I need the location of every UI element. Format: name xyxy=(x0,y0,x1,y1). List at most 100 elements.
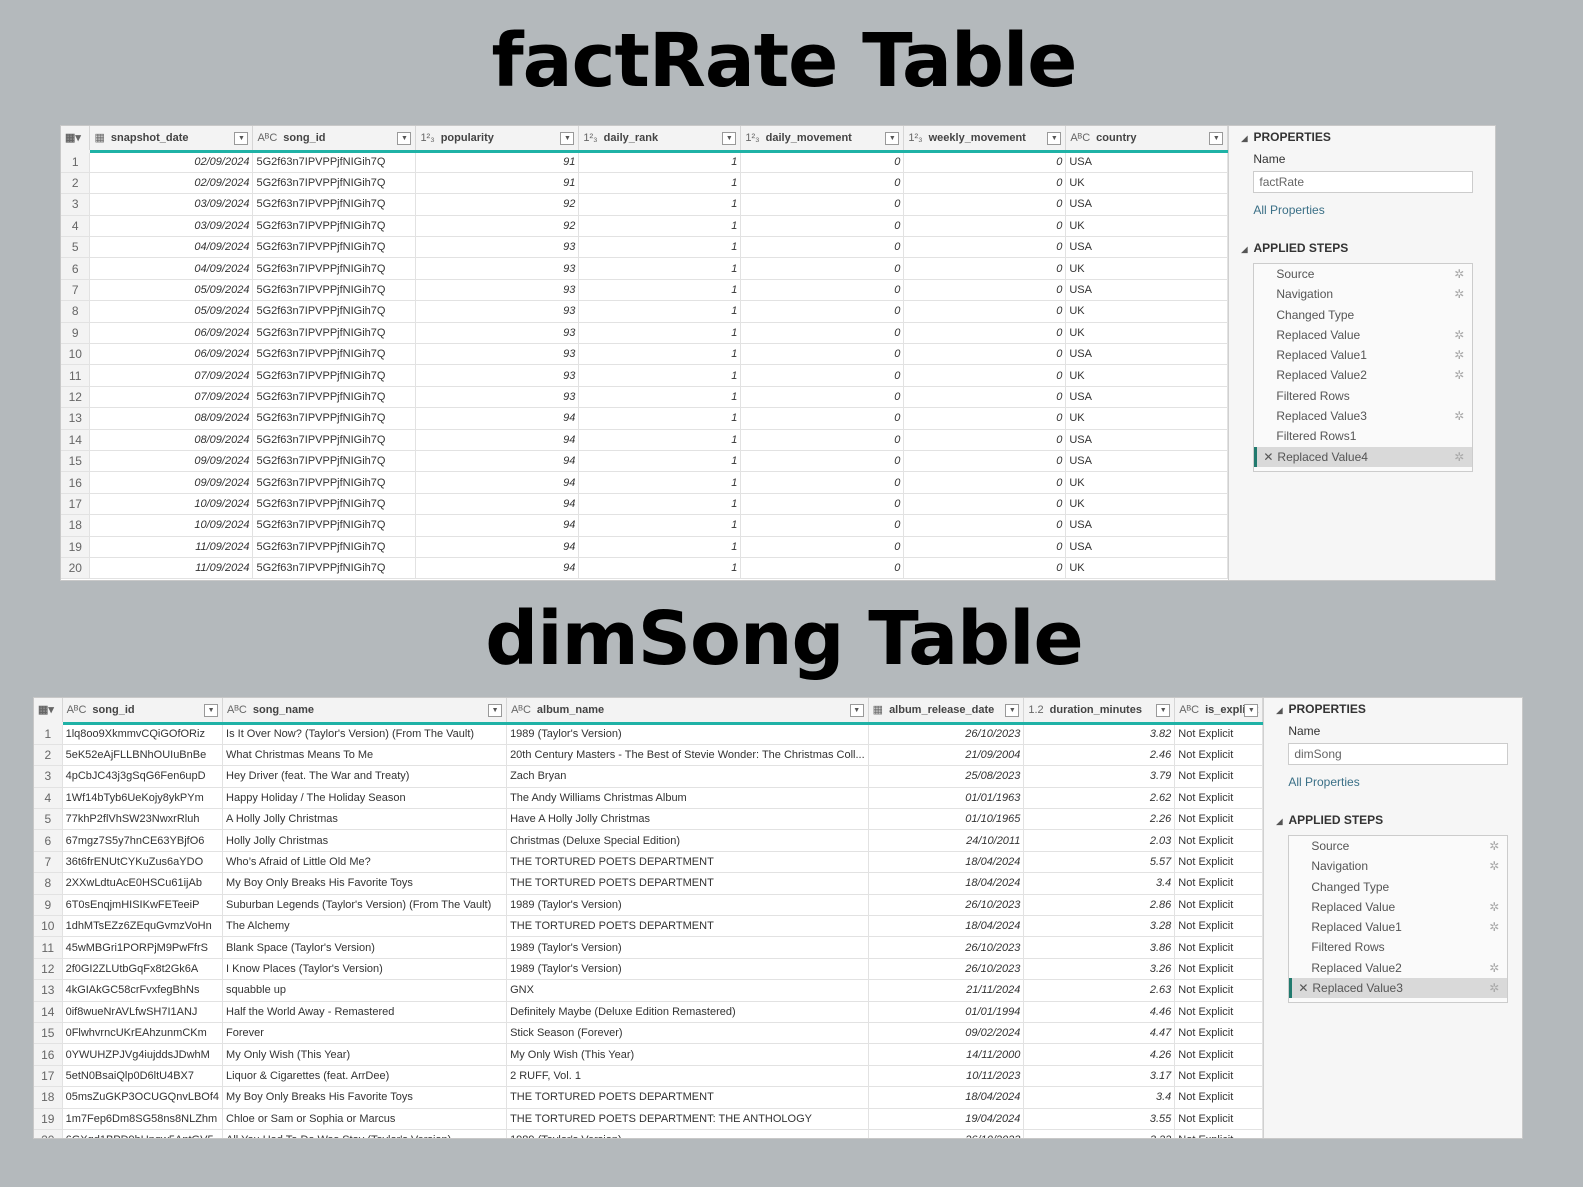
row-number[interactable]: 4 xyxy=(34,787,63,810)
cell-daily_rank[interactable]: 1 xyxy=(578,429,742,451)
gear-icon[interactable]: ✲ xyxy=(1454,325,1464,345)
cell-daily_rank[interactable]: 1 xyxy=(578,322,742,345)
cell-song_id[interactable]: 1lq8oo9XkmmvCQiGOfORiz xyxy=(62,723,224,745)
cell-song_name[interactable]: A Holly Jolly Christmas xyxy=(222,808,508,831)
date-type-icon[interactable]: ▦ xyxy=(94,132,104,144)
whole-number-type-icon[interactable]: 1²₃ xyxy=(908,132,922,144)
table-row[interactable]: 10 06/09/2024 5G2f63n7IPVPPjfNIGih7Q 93 1 0 0 U… xyxy=(61,343,1229,366)
cell-popularity[interactable]: 93 xyxy=(415,300,580,323)
cell-weekly_movement[interactable]: 0 xyxy=(903,514,1067,537)
table-row[interactable]: 9 6T0sEnqjmHISIKwFETeeiP Suburban Legends … xyxy=(34,894,1264,917)
cell-album_name[interactable]: THE TORTURED POETS DEPARTMENT xyxy=(506,851,869,874)
cell-popularity[interactable]: 92 xyxy=(415,193,580,216)
cell-country[interactable]: UK xyxy=(1065,300,1229,323)
cell-daily_rank[interactable]: 1 xyxy=(578,514,742,537)
cell-album_name[interactable]: Stick Season (Forever) xyxy=(506,1022,869,1045)
cell-duration_minutes[interactable]: 3.55 xyxy=(1023,1108,1176,1130)
all-properties-link[interactable]: All Properties xyxy=(1288,775,1522,789)
cell-daily_movement[interactable]: 0 xyxy=(740,172,905,195)
cell-daily_movement[interactable]: 0 xyxy=(740,151,905,173)
cell-weekly_movement[interactable]: 0 xyxy=(903,215,1067,238)
cell-daily_rank[interactable]: 1 xyxy=(578,236,742,259)
applied-step[interactable]: Navigation ✲ xyxy=(1289,856,1507,876)
cell-album_name[interactable]: 2 RUFF, Vol. 1 xyxy=(506,1065,869,1088)
applied-step[interactable]: Replaced Value1 ✲ xyxy=(1289,917,1507,937)
cell-album_name[interactable]: 1989 (Taylor's Version) xyxy=(506,723,869,745)
cell-song_id[interactable]: 67mgz7S5y7hnCE63YBjfO6 xyxy=(62,829,224,852)
table-row[interactable]: 7 36t6frENUtCYKuZus6aYDO Who’s Afraid of L… xyxy=(34,851,1264,874)
table-row[interactable]: 13 08/09/2024 5G2f63n7IPVPPjfNIGih7Q 94 1 0 0 U… xyxy=(61,407,1229,430)
cell-daily_rank[interactable]: 1 xyxy=(578,493,742,516)
cell-daily_movement[interactable]: 0 xyxy=(740,236,905,259)
cell-snapshot_date[interactable]: 02/09/2024 xyxy=(89,172,254,195)
applied-step[interactable]: Replaced Value3 ✲ xyxy=(1254,406,1472,426)
cell-daily_movement[interactable]: 0 xyxy=(740,215,905,238)
filter-dropdown-icon[interactable]: ▼ xyxy=(722,132,737,145)
cell-country[interactable]: UK xyxy=(1065,471,1229,494)
cell-snapshot_date[interactable]: 03/09/2024 xyxy=(89,193,254,216)
cell-duration_minutes[interactable]: 3.22 xyxy=(1023,1129,1176,1138)
table-row[interactable]: 17 10/09/2024 5G2f63n7IPVPPjfNIGih7Q 94 1 0 0 U… xyxy=(61,493,1229,516)
cell-snapshot_date[interactable]: 02/09/2024 xyxy=(89,151,254,173)
collapse-triangle-icon[interactable]: ◢ xyxy=(1241,134,1247,143)
cell-popularity[interactable]: 93 xyxy=(415,279,580,302)
whole-number-type-icon[interactable]: 1²₃ xyxy=(583,132,597,144)
applied-step[interactable]: Replaced Value ✲ xyxy=(1254,325,1472,345)
cell-daily_movement[interactable]: 0 xyxy=(740,343,905,366)
cell-daily_movement[interactable]: 0 xyxy=(740,193,905,216)
cell-song_id[interactable]: 5G2f63n7IPVPPjfNIGih7Q xyxy=(252,257,417,280)
cell-country[interactable]: USA xyxy=(1065,514,1229,537)
cell-song_id[interactable]: 5G2f63n7IPVPPjfNIGih7Q xyxy=(252,493,417,516)
cell-popularity[interactable]: 94 xyxy=(415,557,580,580)
cell-is_explicit[interactable]: Not Explicit xyxy=(1174,1129,1264,1138)
row-number[interactable]: 19 xyxy=(61,536,91,558)
cell-song_id[interactable]: 5G2f63n7IPVPPjfNIGih7Q xyxy=(252,536,417,558)
text-type-icon[interactable]: AᴮC xyxy=(511,704,531,716)
cell-album_name[interactable]: Christmas (Deluxe Special Edition) xyxy=(506,829,869,852)
cell-daily_rank[interactable]: 1 xyxy=(578,343,742,366)
row-number[interactable]: 17 xyxy=(61,493,91,516)
cell-song_id[interactable]: 45wMBGri1PORPjM9PwFfrS xyxy=(62,936,224,959)
table-row[interactable]: 18 05msZuGKP3OCUGQnvLBOf4 My Boy Only Brea… xyxy=(34,1086,1264,1109)
cell-daily_movement[interactable]: 0 xyxy=(740,300,905,323)
row-number[interactable]: 5 xyxy=(61,236,91,259)
cell-album_name[interactable]: 20th Century Masters - The Best of Stevi… xyxy=(506,744,869,767)
row-number[interactable]: 6 xyxy=(34,829,63,852)
cell-song_id[interactable]: 05msZuGKP3OCUGQnvLBOf4 xyxy=(62,1086,224,1109)
applied-step[interactable]: Replaced Value2 ✲ xyxy=(1254,365,1472,385)
cell-album_name[interactable]: GNX xyxy=(506,979,869,1002)
row-number[interactable]: 3 xyxy=(34,765,63,788)
cell-is_explicit[interactable]: Not Explicit xyxy=(1174,723,1264,745)
cell-duration_minutes[interactable]: 3.79 xyxy=(1023,765,1176,788)
cell-song_name[interactable]: What Christmas Means To Me xyxy=(222,744,508,767)
row-number[interactable]: 20 xyxy=(34,1129,63,1138)
cell-country[interactable]: USA xyxy=(1065,279,1229,302)
row-number[interactable]: 8 xyxy=(61,300,91,323)
filter-dropdown-icon[interactable]: ▼ xyxy=(1047,132,1062,145)
gear-icon[interactable]: ✲ xyxy=(1454,345,1464,365)
cell-weekly_movement[interactable]: 0 xyxy=(903,322,1067,345)
table-row[interactable]: 1 02/09/2024 5G2f63n7IPVPPjfNIGih7Q 91 1 0 0 US… xyxy=(61,151,1229,173)
cell-weekly_movement[interactable]: 0 xyxy=(903,151,1067,173)
cell-snapshot_date[interactable]: 07/09/2024 xyxy=(89,364,254,387)
cell-song_name[interactable]: Chloe or Sam or Sophia or Marcus xyxy=(222,1108,508,1130)
table-row[interactable]: 3 4pCbJC43j3gSqG6Fen6upD Hey Driver (feat.… xyxy=(34,765,1264,788)
cell-snapshot_date[interactable]: 03/09/2024 xyxy=(89,215,254,238)
cell-popularity[interactable]: 94 xyxy=(415,450,580,473)
cell-daily_movement[interactable]: 0 xyxy=(740,493,905,516)
filter-dropdown-icon[interactable]: ▼ xyxy=(204,704,219,717)
cell-duration_minutes[interactable]: 3.4 xyxy=(1023,872,1176,895)
cell-album_release_date[interactable]: 01/01/1994 xyxy=(868,1001,1025,1023)
row-number[interactable]: 18 xyxy=(61,514,91,537)
cell-country[interactable]: USA xyxy=(1065,343,1229,366)
gear-icon[interactable]: ✲ xyxy=(1454,264,1464,284)
cell-daily_movement[interactable]: 0 xyxy=(740,364,905,387)
cell-song_name[interactable]: My Boy Only Breaks His Favorite Toys xyxy=(222,872,508,895)
filter-dropdown-icon[interactable]: ▼ xyxy=(1156,704,1171,717)
applied-step[interactable]: Filtered Rows xyxy=(1254,386,1472,406)
cell-album_name[interactable]: THE TORTURED POETS DEPARTMENT xyxy=(506,872,869,895)
cell-is_explicit[interactable]: Not Explicit xyxy=(1174,1043,1264,1066)
cell-song_id[interactable]: 0if8wueNrAVLfwSH7I1ANJ xyxy=(62,1001,224,1023)
row-number[interactable]: 7 xyxy=(61,279,91,302)
cell-is_explicit[interactable]: Not Explicit xyxy=(1174,1108,1264,1130)
